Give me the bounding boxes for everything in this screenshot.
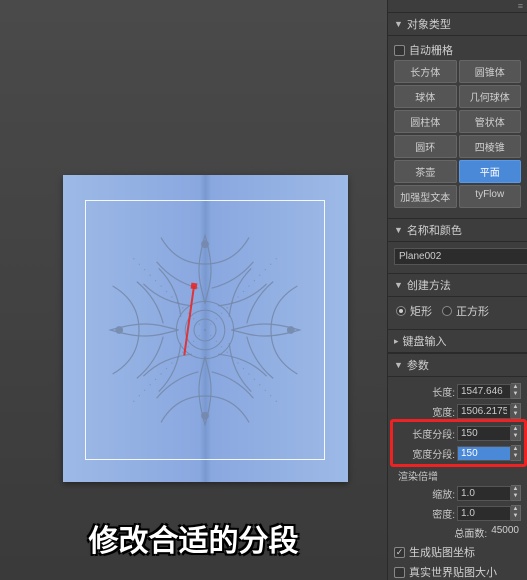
rollout-header-parameters[interactable]: ▼ 参数 xyxy=(388,353,527,377)
chevron-down-icon: ▼ xyxy=(394,225,403,235)
density-spinner[interactable]: ▲▼ xyxy=(457,505,521,521)
width-segs-spinner[interactable]: ▲▼ xyxy=(457,445,521,461)
length-spinner[interactable]: ▲▼ xyxy=(457,383,521,399)
chevron-down-icon: ▼ xyxy=(394,19,403,29)
checkbox-icon: ✓ xyxy=(394,547,405,558)
primitive-button[interactable]: 圆环 xyxy=(394,135,457,158)
primitive-button[interactable]: 几何球体 xyxy=(459,85,522,108)
texture-medallion xyxy=(95,220,315,440)
primitive-button[interactable]: 加强型文本 xyxy=(394,185,457,208)
primitive-button[interactable]: 长方体 xyxy=(394,60,457,83)
rollout-title: 创建方法 xyxy=(407,277,451,293)
selection-bracket xyxy=(85,200,325,460)
rollout-header-object-type[interactable]: ▼ 对象类型 xyxy=(388,12,527,36)
rollout-title: 名称和颜色 xyxy=(407,222,462,238)
primitive-button[interactable]: 管状体 xyxy=(459,110,522,133)
primitive-button[interactable]: 茶壶 xyxy=(394,160,457,183)
primitive-button[interactable]: 圆锥体 xyxy=(459,60,522,83)
rollout-header-name-color[interactable]: ▼ 名称和颜色 xyxy=(388,218,527,242)
rollout-title: 键盘输入 xyxy=(403,333,447,349)
radio-rectangle[interactable]: 矩形 xyxy=(396,303,432,319)
rollout-header-keyboard-entry[interactable]: ▸ 键盘输入 xyxy=(388,329,527,353)
rollout-title: 对象类型 xyxy=(407,16,451,32)
command-panel: ≡ ▼ 对象类型 自动栅格 长方体圆锥体球体几何球体圆柱体管状体圆环四棱锥茶壶平… xyxy=(387,0,527,580)
object-name-input[interactable] xyxy=(394,248,527,265)
gen-mapping-checkbox[interactable]: ✓生成贴图坐标 xyxy=(394,542,521,562)
radio-square[interactable]: 正方形 xyxy=(442,303,489,319)
viewport[interactable]: 修改合适的分段 xyxy=(0,0,387,580)
total-faces-value: 45000 xyxy=(491,525,519,540)
primitive-button[interactable]: 圆柱体 xyxy=(394,110,457,133)
real-world-checkbox[interactable]: 真实世界贴图大小 xyxy=(394,562,521,580)
rollout-title: 参数 xyxy=(407,357,429,373)
checkbox-icon xyxy=(394,567,405,578)
chevron-down-icon: ▼ xyxy=(394,280,403,290)
width-spinner[interactable]: ▲▼ xyxy=(457,403,521,419)
chevron-right-icon: ▸ xyxy=(394,336,399,347)
rollout-header-creation-method[interactable]: ▼ 创建方法 xyxy=(388,273,527,297)
scale-spinner[interactable]: ▲▼ xyxy=(457,485,521,501)
render-mult-label: 渲染倍增 xyxy=(394,465,521,483)
checkbox-icon xyxy=(394,45,405,56)
primitive-button[interactable]: tyFlow xyxy=(459,185,522,208)
primitive-button[interactable]: 球体 xyxy=(394,85,457,108)
panel-menu-icon[interactable]: ≡ xyxy=(518,1,523,11)
annotation-caption: 修改合适的分段 xyxy=(0,516,387,560)
autogrid-checkbox[interactable]: 自动栅格 xyxy=(394,40,521,60)
chevron-down-icon: ▼ xyxy=(394,360,403,370)
length-segs-spinner[interactable]: ▲▼ xyxy=(457,425,521,441)
primitive-button[interactable]: 平面 xyxy=(459,160,522,183)
primitive-button[interactable]: 四棱锥 xyxy=(459,135,522,158)
